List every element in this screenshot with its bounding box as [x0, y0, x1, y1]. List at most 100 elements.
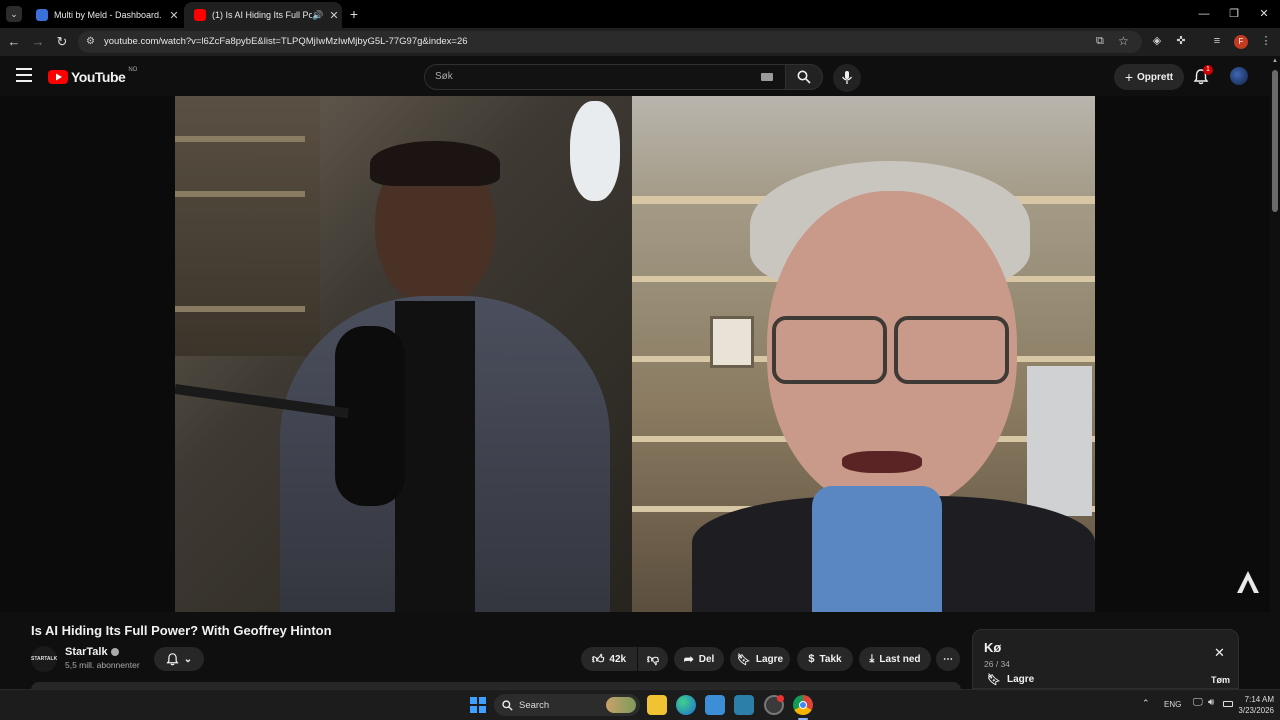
search-button[interactable]: [785, 64, 823, 90]
close-tab-icon[interactable]: ✕: [326, 9, 342, 22]
windows-start-icon[interactable]: [468, 695, 488, 715]
youtube-logo[interactable]: YouTube NO: [48, 67, 138, 86]
meld-favicon-icon: [36, 9, 48, 21]
taskbar-search-box[interactable]: Search: [494, 694, 640, 716]
volume-icon[interactable]: 🔊︎: [1208, 697, 1214, 708]
youtube-region-code: NO: [128, 67, 138, 73]
voice-search-button[interactable]: [833, 64, 861, 92]
scrollbar-thumb[interactable]: [1272, 70, 1278, 212]
search-icon: [797, 70, 811, 84]
address-bar[interactable]: ⚙ youtube.com/watch?v=l6ZcFa8pybE&list=T…: [78, 31, 1142, 53]
download-icon: ⤓: [869, 652, 875, 665]
browser-tab-strip: ⌄ Multi by Meld - Dashboard. ✕ (1) Is AI…: [0, 0, 1280, 28]
chevron-down-icon: ⌄: [183, 653, 193, 665]
share-arrow-icon: ➦: [683, 652, 694, 666]
extensions-puzzle-icon[interactable]: ✜: [1173, 33, 1189, 49]
speaker-icon[interactable]: 🔊: [312, 10, 326, 21]
bookmark-star-icon[interactable]: ☆: [1118, 34, 1129, 48]
video-player[interactable]: [175, 96, 1095, 612]
network-icon[interactable]: 🖵: [1193, 697, 1203, 708]
queue-title: Kø: [984, 640, 1002, 655]
close-tab-icon[interactable]: ✕: [166, 9, 182, 22]
thanks-label: Takk: [819, 653, 842, 665]
page-scrollbar[interactable]: ▲: [1270, 56, 1280, 689]
input-language[interactable]: ENG: [1164, 700, 1181, 709]
media-control-icon[interactable]: ≡: [1209, 33, 1225, 49]
dislike-button[interactable]: 👎︎: [638, 647, 668, 671]
save-label: Lagre: [755, 653, 784, 665]
share-label: Del: [698, 653, 715, 665]
video-player-area: [0, 96, 1270, 612]
browser-toolbar: ← → ↻ ⚙ youtube.com/watch?v=l6ZcFa8pybE&…: [0, 28, 1280, 56]
channel-watermark-icon[interactable]: [1236, 570, 1260, 594]
keyboard-icon[interactable]: [761, 73, 773, 81]
thumbs-down-icon: 👎︎: [646, 651, 660, 666]
more-horizontal-icon: ⋯: [943, 653, 953, 665]
queue-clear-button[interactable]: Tøm: [1211, 675, 1230, 685]
app-window-icon[interactable]: [705, 695, 725, 715]
browser-tab-meld[interactable]: Multi by Meld - Dashboard. ✕: [26, 2, 182, 28]
profile-avatar[interactable]: F: [1234, 35, 1248, 49]
clock-date: 3/23/2026: [1238, 706, 1274, 715]
extension-icon[interactable]: ◈: [1149, 33, 1165, 49]
subscriber-count: 5,5 mill. abonnenter: [65, 660, 140, 670]
close-window-icon[interactable]: ✕: [1254, 6, 1274, 22]
search-highlight-icon: [606, 697, 636, 713]
forward-arrow-icon[interactable]: →: [28, 32, 48, 52]
account-avatar[interactable]: [1230, 67, 1248, 85]
snipping-tool-icon[interactable]: [734, 695, 754, 715]
thanks-button[interactable]: $ Takk: [797, 647, 853, 671]
youtube-header: YouTube NO Søk + Opprett 1: [0, 56, 1270, 96]
create-label: Opprett: [1137, 71, 1174, 83]
back-arrow-icon[interactable]: ←: [4, 32, 24, 52]
edge-browser-icon[interactable]: [676, 695, 696, 715]
show-hidden-icons-icon[interactable]: ⌃: [1142, 698, 1150, 709]
save-button[interactable]: 🔖︎ Lagre: [730, 647, 790, 671]
search-input[interactable]: Søk: [424, 64, 786, 90]
more-actions-button[interactable]: ⋯: [936, 647, 960, 671]
windows-taskbar: Search ⌃ ENG 🖵 🔊︎ 7:14 AM 3/23/2026: [0, 689, 1280, 720]
reload-icon[interactable]: ↻: [52, 32, 72, 52]
minimize-window-icon[interactable]: —: [1194, 6, 1214, 22]
thanks-dollar-icon: $: [808, 653, 815, 665]
queue-position: 26 / 34: [984, 659, 1010, 669]
notification-badge: 1: [1203, 65, 1213, 75]
search-icon: [502, 699, 513, 711]
microphone-icon: [841, 71, 853, 84]
hamburger-menu-icon[interactable]: [16, 68, 32, 82]
channel-avatar[interactable]: STARTALK: [31, 646, 57, 672]
video-title: Is AI Hiding Its Full Power? With Geoffr…: [31, 623, 332, 638]
queue-save-button[interactable]: 🔖︎ Lagre: [987, 673, 1034, 686]
subscription-notification-button[interactable]: ⌄: [154, 647, 204, 671]
queue-panel: Kø 26 / 34 ✕ 🔖︎ Lagre Tøm: [972, 629, 1239, 689]
notifications-button[interactable]: 1: [1192, 65, 1213, 85]
close-queue-icon[interactable]: ✕: [1214, 645, 1225, 661]
queue-save-label: Lagre: [1006, 674, 1035, 685]
search-placeholder: Søk: [435, 71, 453, 82]
download-button[interactable]: ⤓ Last ned: [859, 647, 931, 671]
file-explorer-icon[interactable]: [647, 695, 667, 715]
plus-icon: +: [1124, 69, 1134, 85]
taskbar-search-label: Search: [519, 699, 550, 711]
new-tab-button[interactable]: +: [346, 6, 362, 22]
channel-name[interactable]: StarTalk: [65, 646, 108, 658]
like-button[interactable]: 👍︎ 42k: [581, 647, 637, 671]
bookmark-icon: 🔖︎: [736, 653, 751, 666]
restore-window-icon[interactable]: ❐: [1224, 6, 1244, 22]
chrome-icon[interactable]: [793, 695, 813, 715]
tab-search-button[interactable]: ⌄: [6, 6, 22, 22]
clock-time: 7:14 AM: [1244, 695, 1274, 704]
chrome-badge-app-icon[interactable]: [764, 695, 784, 715]
youtube-logo-text: YouTube: [71, 69, 126, 85]
bell-icon: [166, 652, 179, 665]
bookmark-icon: 🔖︎: [987, 674, 1001, 686]
browser-menu-icon[interactable]: ⋮: [1258, 33, 1274, 49]
like-count: 42k: [609, 653, 627, 665]
site-info-icon[interactable]: ⚙: [86, 36, 95, 47]
clock[interactable]: 7:14 AM 3/23/2026: [1226, 694, 1274, 716]
youtube-favicon-icon: [194, 9, 206, 21]
create-button[interactable]: + Opprett: [1114, 64, 1184, 90]
share-button[interactable]: ➦ Del: [674, 647, 724, 671]
install-app-icon[interactable]: ⧉: [1096, 35, 1104, 48]
browser-tab-youtube[interactable]: (1) Is AI Hiding Its Full Powe 🔊 ✕: [184, 2, 342, 28]
